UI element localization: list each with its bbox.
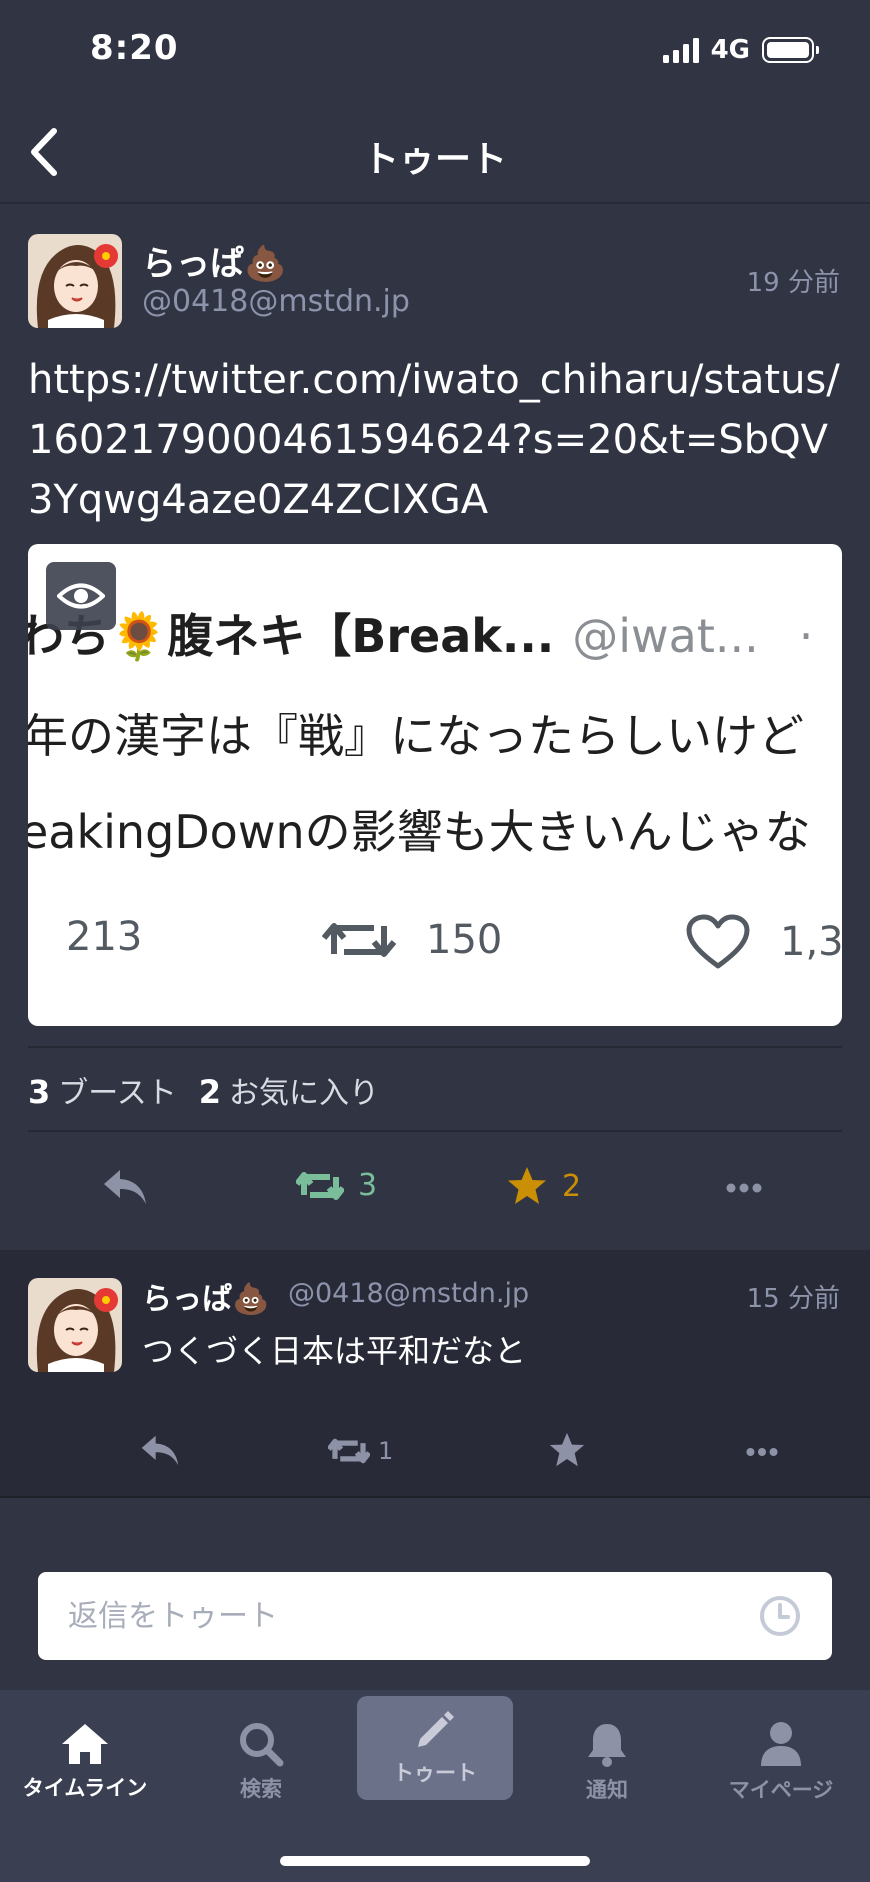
home-indicator bbox=[280, 1856, 590, 1866]
main-toot: らっぱ💩 @0418@mstdn.jp 19 分前 https://twitte… bbox=[0, 206, 870, 1248]
display-name[interactable]: らっぱ💩 bbox=[142, 236, 286, 285]
clock-icon bbox=[760, 1596, 800, 1636]
media-tweet-text-line: 年の漢字は『戦』になったらしいけど bbox=[28, 709, 804, 763]
tab-search[interactable]: 検索 bbox=[186, 1710, 336, 1814]
eye-icon bbox=[57, 583, 105, 609]
star-icon bbox=[549, 1432, 585, 1467]
heart-icon bbox=[686, 914, 750, 969]
more-button[interactable] bbox=[726, 1182, 762, 1194]
hide-media-button[interactable] bbox=[46, 562, 116, 630]
more-button[interactable] bbox=[746, 1446, 778, 1458]
nav-bar: トゥート bbox=[0, 100, 870, 204]
boost-action-count: 3 bbox=[358, 1168, 378, 1203]
tab-timeline[interactable]: タイムライン bbox=[10, 1710, 160, 1814]
favourite-button[interactable] bbox=[548, 1432, 586, 1468]
tab-bar: タイムライン 検索 トゥート 通知 マイページ bbox=[0, 1690, 870, 1882]
reply-toot[interactable]: らっぱ💩 @0418@mstdn.jp 15 分前 つくづく日本は平和だなと 1 bbox=[0, 1250, 870, 1496]
display-name[interactable]: らっぱ💩 bbox=[142, 1274, 269, 1318]
reply-input[interactable] bbox=[68, 1572, 728, 1660]
ellipsis-icon bbox=[746, 1448, 778, 1456]
person-icon bbox=[761, 1722, 801, 1766]
boost-count-link[interactable]: 3 ブースト bbox=[28, 1068, 177, 1112]
pencil-icon bbox=[418, 1711, 454, 1747]
page-title: トゥート bbox=[362, 139, 507, 180]
status-bar: 8:20 4G bbox=[0, 0, 870, 100]
toot-time[interactable]: 15 分前 bbox=[747, 1278, 840, 1315]
tab-mypage[interactable]: マイページ bbox=[706, 1710, 856, 1814]
tab-compose[interactable]: トゥート bbox=[357, 1696, 513, 1800]
boost-button[interactable]: 3 bbox=[296, 1168, 377, 1203]
account-handle[interactable]: @0418@mstdn.jp bbox=[142, 284, 410, 319]
favourite-button[interactable]: 2 bbox=[506, 1166, 581, 1206]
media-retweets-count: 150 bbox=[426, 917, 503, 963]
toot-content[interactable]: つくづく日本は平和だなと bbox=[142, 1326, 526, 1372]
media-retweets: 150 bbox=[322, 914, 502, 966]
toot-content[interactable]: https://twitter.com/iwato_chiharu/status… bbox=[28, 350, 848, 530]
avatar[interactable] bbox=[28, 234, 122, 328]
boost-action-count: 1 bbox=[378, 1437, 394, 1465]
media-likes-count: 1,3 bbox=[780, 919, 842, 965]
boost-button[interactable]: 1 bbox=[328, 1436, 393, 1466]
media-tweet-handle: @iwat... bbox=[572, 609, 759, 663]
media-replies-count: 213 bbox=[66, 914, 143, 960]
media-tweet-header: わち🌻腹ネキ【Break... @iwat... · bbox=[28, 600, 813, 666]
boost-icon bbox=[296, 1171, 344, 1200]
divider bbox=[28, 1046, 842, 1048]
retweet-icon bbox=[322, 923, 396, 957]
status-time: 8:20 bbox=[90, 28, 179, 68]
status-indicators: 4G bbox=[662, 32, 819, 68]
media-attachment[interactable]: わち🌻腹ネキ【Break... @iwat... · 年の漢字は『戦』になったらしい… bbox=[28, 544, 842, 1026]
ellipsis-icon bbox=[726, 1183, 762, 1193]
toot-counts: 3 ブースト 2 お気に入り bbox=[28, 1068, 379, 1112]
search-icon bbox=[240, 1723, 284, 1767]
favourite-count-link[interactable]: 2 お気に入り bbox=[199, 1068, 379, 1112]
star-icon bbox=[508, 1167, 546, 1204]
tab-label: トゥート bbox=[393, 1761, 477, 1785]
tab-notifications[interactable]: 通知 bbox=[532, 1710, 682, 1814]
media-replies: 213 bbox=[66, 914, 142, 960]
reply-button[interactable] bbox=[140, 1434, 180, 1467]
tab-label: タイムライン bbox=[22, 1776, 148, 1800]
favourite-count: 2 bbox=[198, 1073, 222, 1111]
signal-icon bbox=[662, 37, 699, 63]
media-tweet-stats: 213 150 1,3 bbox=[28, 904, 842, 974]
reply-button[interactable] bbox=[102, 1168, 148, 1206]
media-tweet-text-line: eakingDownの影響も大きいんじゃな bbox=[28, 805, 811, 859]
reply-icon bbox=[141, 1435, 179, 1466]
bell-icon bbox=[588, 1724, 626, 1767]
divider bbox=[28, 1130, 842, 1132]
favourite-action-count: 2 bbox=[562, 1168, 582, 1204]
home-icon bbox=[62, 1724, 108, 1764]
favourite-count-label: お気に入り bbox=[229, 1076, 380, 1111]
divider bbox=[0, 1496, 870, 1498]
tab-label: マイページ bbox=[728, 1778, 834, 1802]
reply-icon bbox=[104, 1170, 146, 1204]
boost-count: 3 bbox=[28, 1073, 51, 1111]
boost-count-label: ブースト bbox=[58, 1076, 177, 1111]
compose-reply-box[interactable] bbox=[38, 1572, 832, 1660]
media-tweet-dot: · bbox=[798, 609, 814, 663]
tab-label: 検索 bbox=[240, 1777, 282, 1801]
avatar[interactable] bbox=[28, 1278, 122, 1372]
battery-icon bbox=[762, 37, 819, 63]
toot-time[interactable]: 19 分前 bbox=[747, 262, 840, 299]
tab-label: 通知 bbox=[586, 1778, 628, 1802]
network-type: 4G bbox=[710, 35, 750, 65]
schedule-button[interactable] bbox=[758, 1594, 802, 1638]
account-handle[interactable]: @0418@mstdn.jp bbox=[288, 1278, 529, 1309]
media-likes: 1,3 bbox=[686, 914, 842, 970]
boost-icon bbox=[328, 1438, 370, 1464]
